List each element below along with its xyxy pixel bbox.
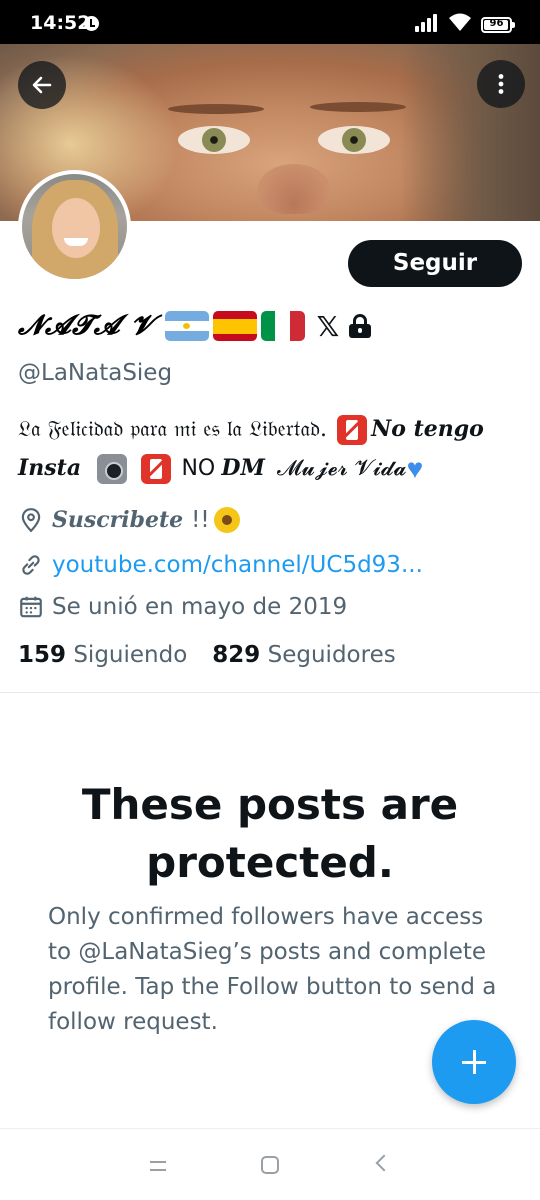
back-button[interactable] [18, 61, 66, 109]
location-suffix: !! [191, 507, 210, 533]
status-time: 14:52 [30, 12, 91, 34]
no-mobile-phones-icon [141, 454, 172, 485]
arrow-left-icon [32, 76, 52, 94]
bio-no-tengo: No tengo [371, 416, 484, 442]
menu-icon[interactable] [150, 1161, 166, 1171]
joined-row: Se unió en mayo de 2019 [18, 590, 347, 624]
spain-flag [212, 311, 257, 341]
follow-stats: 159 Siguiendo 829 Seguidores [18, 642, 421, 668]
link-icon [22, 555, 40, 575]
wifi-icon [449, 13, 471, 31]
follow-button[interactable]: Seguir [348, 240, 522, 287]
bio-line-gothic: 𝔏𝔞 𝔉𝔢𝔩𝔦𝔠𝔦𝔡𝔞𝔡 𝔭𝔞𝔯𝔞 𝔪𝔦 𝔢𝔰 𝔩𝔞 𝔏𝔦𝔟𝔢𝔯𝔱𝔞𝔡. [18, 417, 328, 442]
lock-icon [349, 314, 372, 338]
followers-label: Seguidores [267, 642, 396, 668]
avatar[interactable] [18, 170, 131, 283]
blue-heart-icon: ♥ [406, 453, 424, 485]
following-label: Siguiendo [73, 642, 188, 668]
followers-count: 829 [212, 642, 261, 668]
website-link[interactable]: youtube.com/channel/UC5d93... [52, 552, 423, 578]
back-icon[interactable] [375, 1154, 393, 1172]
user-handle: @LaNataSieg [18, 360, 173, 386]
italy-flag [260, 311, 305, 341]
bio-insta: Insta [18, 455, 82, 481]
protected-description: Only confirmed followers have access to … [48, 904, 497, 1035]
location-row: Suscribete !! [18, 503, 240, 537]
divider [0, 692, 540, 693]
followers-stat[interactable]: 829 Seguidores [212, 642, 395, 668]
status-bar: 14:52 96 [0, 0, 540, 44]
bio-dm: DM [221, 455, 265, 481]
sunflower-icon [213, 507, 240, 533]
bio-mujer-vida: 𝓜𝓾𝓳𝓮𝓻 𝓥𝓲𝓭𝓪 [276, 456, 407, 481]
website-row: youtube.com/channel/UC5d93... [18, 548, 423, 582]
battery-percent: 96 [489, 18, 504, 29]
signal-icon [415, 14, 441, 32]
calendar-icon [20, 596, 42, 618]
following-count: 159 [18, 642, 67, 668]
camera-icon [97, 454, 128, 485]
display-name: 𝓝𝓐𝓣𝓐 𝓥 [18, 310, 155, 341]
more-vertical-icon [498, 74, 504, 94]
alarm-icon [84, 16, 99, 31]
display-name-row: 𝓝𝓐𝓣𝓐 𝓥 𝕏 [18, 306, 372, 346]
protected-title: These posts are protected. [81, 780, 459, 887]
battery-icon: 96 [481, 17, 515, 33]
compose-post-button[interactable] [432, 1020, 516, 1104]
bio: 𝔏𝔞 𝔉𝔢𝔩𝔦𝔠𝔦𝔡𝔞𝔡 𝔭𝔞𝔯𝔞 𝔪𝔦 𝔢𝔰 𝔩𝔞 𝔏𝔦𝔟𝔢𝔯𝔱𝔞𝔡. No … [18, 410, 518, 488]
following-stat[interactable]: 159 Siguiendo [18, 642, 187, 668]
system-navigation-bar [0, 1128, 540, 1200]
argentina-flag [164, 311, 209, 341]
location-text: Suscribete [52, 507, 184, 533]
more-options-button[interactable] [477, 60, 525, 108]
joined-date: Se unió en mayo de 2019 [52, 594, 348, 620]
location-pin-icon [21, 508, 41, 533]
no-mobile-phones-icon [337, 415, 368, 446]
x-logo-icon: 𝕏 [316, 309, 340, 343]
home-icon[interactable] [261, 1156, 279, 1174]
bio-no: NO [181, 456, 216, 481]
